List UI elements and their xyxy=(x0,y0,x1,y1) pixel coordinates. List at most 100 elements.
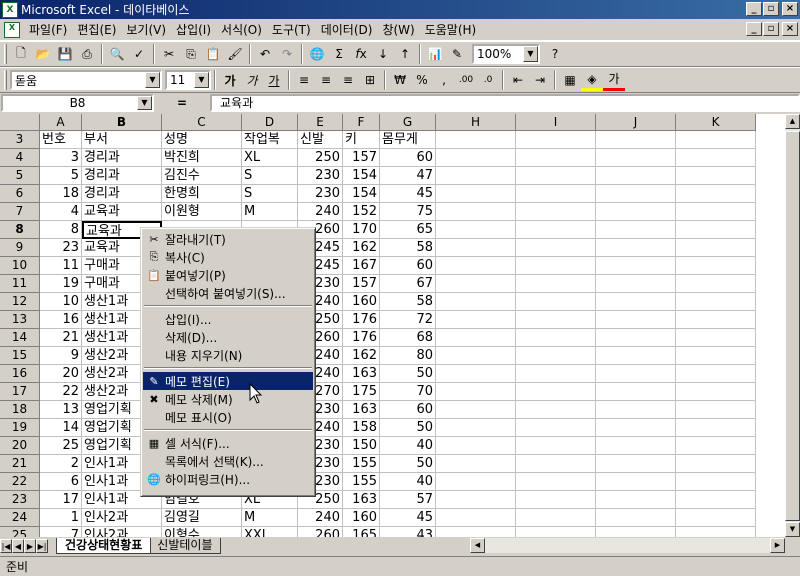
last-sheet-icon[interactable]: ▶| xyxy=(36,538,48,553)
workbook-icon[interactable]: X xyxy=(4,21,20,38)
cell-a25[interactable]: 7 xyxy=(40,527,82,537)
cell-a11[interactable]: 19 xyxy=(40,275,82,293)
cell-g20[interactable]: 40 xyxy=(380,437,436,455)
prev-sheet-icon[interactable]: ◀ xyxy=(12,538,24,553)
row-header-8[interactable]: 8 xyxy=(0,221,40,239)
cell-a15[interactable]: 9 xyxy=(40,347,82,365)
empty-cell[interactable] xyxy=(436,293,516,311)
toolbar-grip[interactable] xyxy=(4,70,7,90)
empty-cell[interactable] xyxy=(676,509,756,527)
empty-cell[interactable] xyxy=(596,329,676,347)
empty-cell[interactable] xyxy=(436,419,516,437)
row-header-23[interactable]: 23 xyxy=(0,491,40,509)
row-header-20[interactable]: 20 xyxy=(0,437,40,455)
context-menu-item[interactable]: ✂ 잘라내기(T) xyxy=(143,230,313,248)
cell-g18[interactable]: 60 xyxy=(380,401,436,419)
row-header-6[interactable]: 6 xyxy=(0,185,40,203)
restore-button[interactable]: ▫ xyxy=(763,2,779,16)
context-menu-item[interactable]: 삽입(I)... xyxy=(143,310,313,328)
empty-cell[interactable] xyxy=(596,365,676,383)
cell-g21[interactable]: 50 xyxy=(380,455,436,473)
context-menu-item[interactable]: ▦ 셀 서식(F)... xyxy=(143,434,313,452)
row-header-17[interactable]: 17 xyxy=(0,383,40,401)
function-icon[interactable]: fx xyxy=(350,43,372,65)
empty-cell[interactable] xyxy=(516,383,596,401)
empty-cell[interactable] xyxy=(596,131,676,149)
fill-color-icon[interactable]: ◈ xyxy=(581,69,603,91)
empty-cell[interactable] xyxy=(516,365,596,383)
empty-cell[interactable] xyxy=(676,347,756,365)
column-header-i[interactable]: I xyxy=(516,114,596,131)
context-menu-item[interactable]: 삭제(D)... xyxy=(143,328,313,346)
empty-cell[interactable] xyxy=(516,437,596,455)
zoom-select[interactable]: 100% ▼ xyxy=(472,44,540,64)
empty-cell[interactable] xyxy=(596,473,676,491)
formula-input[interactable]: 교육과 xyxy=(210,94,800,112)
align-right-icon[interactable]: ≡ xyxy=(337,69,359,91)
empty-cell[interactable] xyxy=(676,491,756,509)
empty-cell[interactable] xyxy=(596,239,676,257)
empty-cell[interactable] xyxy=(516,419,596,437)
cell-g12[interactable]: 58 xyxy=(380,293,436,311)
empty-cell[interactable] xyxy=(596,509,676,527)
cell-c4[interactable]: 박진희 xyxy=(162,149,242,167)
cell-a24[interactable]: 1 xyxy=(40,509,82,527)
borders-icon[interactable]: ▦ xyxy=(559,69,581,91)
cell-b24[interactable]: 인사2과 xyxy=(82,509,162,527)
column-header-d[interactable]: D xyxy=(242,114,298,131)
cell-f13[interactable]: 176 xyxy=(343,311,380,329)
row-header-9[interactable]: 9 xyxy=(0,239,40,257)
empty-cell[interactable] xyxy=(596,419,676,437)
cell-f9[interactable]: 162 xyxy=(343,239,380,257)
increase-decimal-icon[interactable]: .00 xyxy=(455,69,477,91)
cell-a18[interactable]: 13 xyxy=(40,401,82,419)
empty-cell[interactable] xyxy=(436,203,516,221)
cell-f16[interactable]: 163 xyxy=(343,365,380,383)
cell-f19[interactable]: 158 xyxy=(343,419,380,437)
sheet-tab-health[interactable]: 건강상태현황표 xyxy=(56,537,152,554)
empty-cell[interactable] xyxy=(596,437,676,455)
empty-cell[interactable] xyxy=(596,311,676,329)
chevron-down-icon[interactable]: ▼ xyxy=(137,96,152,110)
row-header-10[interactable]: 10 xyxy=(0,257,40,275)
cell-g3[interactable]: 몸무게 xyxy=(380,131,436,149)
cell-f23[interactable]: 163 xyxy=(343,491,380,509)
empty-cell[interactable] xyxy=(436,221,516,239)
menu-help[interactable]: 도움말(H) xyxy=(420,21,482,38)
bold-icon[interactable]: 가 xyxy=(219,69,241,91)
sort-asc-icon[interactable]: ↓ xyxy=(372,43,394,65)
cell-a10[interactable]: 11 xyxy=(40,257,82,275)
row-header-7[interactable]: 7 xyxy=(0,203,40,221)
empty-cell[interactable] xyxy=(676,167,756,185)
paste-icon[interactable]: 📋 xyxy=(202,43,224,65)
empty-cell[interactable] xyxy=(436,527,516,537)
print-preview-icon[interactable]: 🔍 xyxy=(106,43,128,65)
empty-cell[interactable] xyxy=(516,509,596,527)
empty-cell[interactable] xyxy=(596,293,676,311)
cell-f12[interactable]: 160 xyxy=(343,293,380,311)
cell-c5[interactable]: 김진수 xyxy=(162,167,242,185)
toolbar-grip[interactable] xyxy=(4,44,7,64)
empty-cell[interactable] xyxy=(676,293,756,311)
menu-tools[interactable]: 도구(T) xyxy=(267,21,316,38)
empty-cell[interactable] xyxy=(516,347,596,365)
decrease-decimal-icon[interactable]: .0 xyxy=(477,69,499,91)
cell-f25[interactable]: 165 xyxy=(343,527,380,537)
cell-g17[interactable]: 70 xyxy=(380,383,436,401)
empty-cell[interactable] xyxy=(596,257,676,275)
cell-g15[interactable]: 80 xyxy=(380,347,436,365)
row-header-5[interactable]: 5 xyxy=(0,167,40,185)
scroll-right-icon[interactable]: ▶ xyxy=(770,538,785,553)
empty-cell[interactable] xyxy=(676,311,756,329)
cell-g19[interactable]: 50 xyxy=(380,419,436,437)
scroll-thumb[interactable] xyxy=(785,131,800,521)
column-header-c[interactable]: C xyxy=(162,114,242,131)
row-header-11[interactable]: 11 xyxy=(0,275,40,293)
minimize-button[interactable]: _ xyxy=(746,2,762,16)
cell-a20[interactable]: 25 xyxy=(40,437,82,455)
cell-f3[interactable]: 키 xyxy=(343,131,380,149)
italic-icon[interactable]: 가 xyxy=(241,69,263,91)
next-sheet-icon[interactable]: ▶ xyxy=(24,538,36,553)
cell-c6[interactable]: 한명희 xyxy=(162,185,242,203)
context-menu-item[interactable]: 선택하여 붙여넣기(S)... xyxy=(143,284,313,302)
